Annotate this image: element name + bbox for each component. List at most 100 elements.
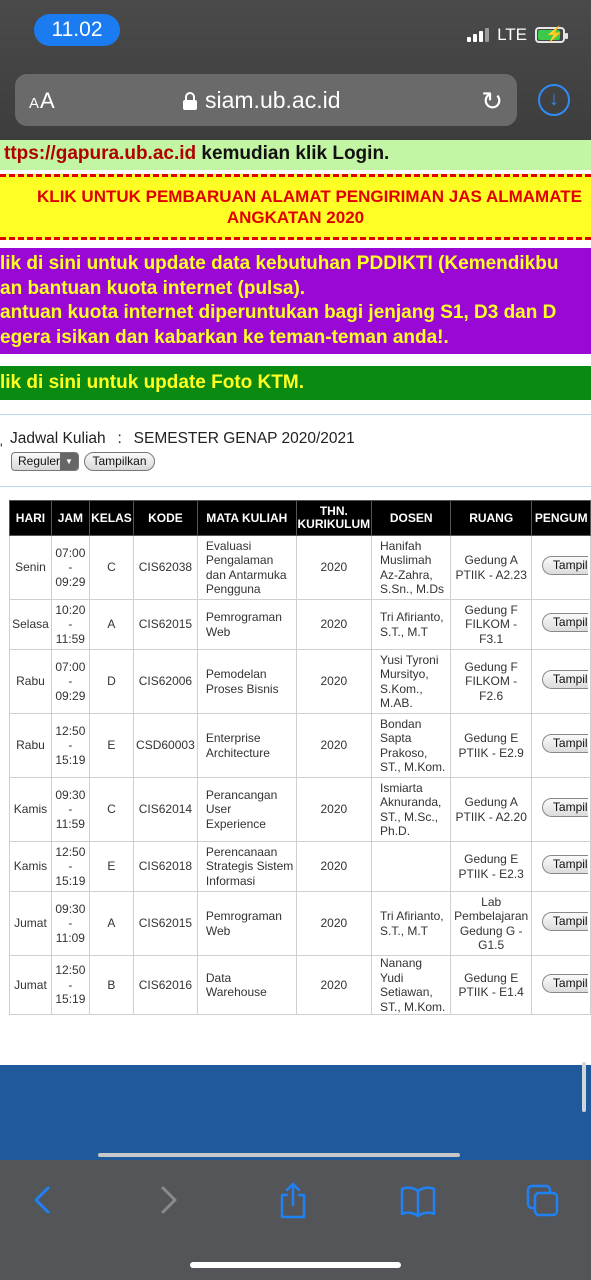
horizontal-scrollbar[interactable] (98, 1153, 460, 1157)
gapura-link[interactable]: ttps://gapura.ub.ac.id (4, 143, 196, 164)
cell-mk: Perencanaan Strategis Sistem Informasi (196, 841, 297, 892)
pddikti-line-1[interactable]: lik di sini untuk update data kebutuhan … (0, 252, 591, 277)
table-row: Senin 07:00 - 09:29 C CIS62038 Evaluasi Peng… (9, 535, 591, 600)
cell-action: Tampilkan (530, 713, 591, 778)
cell-thn: 2020 (295, 777, 373, 842)
cell-action: Tampilkan (530, 841, 591, 892)
col-ruang: RUANG (450, 500, 532, 536)
col-jam: JAM (50, 500, 90, 536)
schedule-label: Jadwal Kuliah (10, 430, 106, 447)
col-thn-kurikulum: THN. KURIKULUM (295, 500, 373, 536)
cell-mk: Perancangan User Experience (196, 777, 297, 842)
cellular-signal-icon (467, 28, 490, 42)
cell-kelas: A (88, 599, 134, 650)
reload-icon[interactable]: ↻ (481, 86, 503, 117)
page-footer (0, 1065, 591, 1165)
show-announcement-button[interactable]: Tampilkan (541, 613, 588, 633)
cell-dosen: Tri Afirianto, S.T., M.T (371, 891, 452, 956)
table-row: Rabu 07:00 - 09:29 D CIS62006 Pemodelan Pros… (9, 649, 591, 714)
cell-mk: Evaluasi Pengalaman dan Antarmuka Penggu… (196, 535, 297, 600)
cell-hari: Rabu (9, 649, 52, 714)
pddikti-line-3: antuan kuota internet diperuntukan bagi … (0, 302, 557, 323)
cell-hari: Jumat (9, 891, 52, 956)
show-announcement-button[interactable]: Tampilkan (541, 556, 588, 576)
cell-thn: 2020 (295, 599, 373, 650)
status-indicators: LTE ⚡ (467, 24, 568, 46)
cell-kelas: A (88, 891, 134, 956)
share-icon[interactable] (276, 1180, 310, 1220)
section-divider (0, 486, 591, 487)
battery-charging-icon: ⚡ (535, 26, 568, 43)
show-announcement-button[interactable]: Tampilkan (541, 670, 588, 690)
cell-thn: 2020 (295, 955, 373, 1015)
url-text[interactable]: siam.ub.ac.id (205, 87, 341, 114)
cell-kode: CIS62038 (132, 535, 198, 600)
show-announcement-button[interactable]: Tampilkan (541, 798, 588, 818)
cell-thn: 2020 (295, 713, 373, 778)
col-mata-kuliah: MATA KULIAH (196, 500, 297, 536)
pddikti-line-2: an bantuan kuota internet (pulsa). (0, 277, 306, 299)
cell-ruang: Gedung A PTIIK - A2.23 (450, 535, 532, 600)
cell-jam: 09:30 - 11:59 (50, 777, 90, 842)
cell-kelas: D (88, 649, 134, 714)
cell-action: Tampilkan (530, 955, 591, 1015)
show-announcement-button[interactable]: Tampilkan (541, 855, 588, 875)
almamater-line-2[interactable]: ANGKATAN 2020 (0, 207, 591, 228)
cell-dosen: Hanifah Muslimah Az-Zahra, S.Sn., M.Ds (371, 535, 452, 600)
cell-hari: Selasa (9, 599, 52, 650)
pddikti-update-banner[interactable]: lik di sini untuk update data kebutuhan … (0, 248, 591, 354)
cell-hari: Kamis (9, 841, 52, 892)
cell-jam: 12:50 - 15:19 (50, 713, 90, 778)
table-row: Selasa 10:20 - 11:59 A CIS62015 Pemrograman … (9, 599, 591, 650)
cell-kelas: E (88, 713, 134, 778)
program-select[interactable]: Reguler ▼ (11, 452, 79, 471)
cell-jam: 10:20 - 11:59 (50, 599, 90, 650)
status-time: 11.02 (34, 14, 120, 46)
bookmarks-icon[interactable] (399, 1180, 437, 1220)
show-announcement-button[interactable]: Tampilkan (541, 734, 588, 754)
table-row: Kamis 12:50 - 15:19 E CIS62018 Perencanaan S… (9, 841, 591, 892)
home-indicator[interactable] (190, 1262, 401, 1268)
schedule-table: HARI JAM KELAS KODE MATA KULIAH THN. KUR… (9, 500, 591, 1015)
dropdown-arrow-icon: ▼ (60, 453, 78, 470)
tabs-icon[interactable] (525, 1180, 561, 1220)
cell-kode: CIS62015 (132, 891, 198, 956)
back-icon[interactable] (28, 1180, 56, 1220)
cell-hari: Jumat (9, 955, 52, 1015)
show-announcement-button[interactable]: Tampilkan (541, 912, 588, 932)
cell-dosen: Bondan Sapta Prakoso, ST., M.Kom. (371, 713, 452, 778)
cell-kode: CIS62018 (132, 841, 198, 892)
download-icon[interactable]: ↓ (538, 84, 570, 116)
cell-kode: CIS62014 (132, 777, 198, 842)
cell-hari: Senin (9, 535, 52, 600)
table-header-row: HARI JAM KELAS KODE MATA KULIAH THN. KUR… (9, 500, 591, 536)
address-bar[interactable]: AA siam.ub.ac.id ↻ (15, 74, 517, 126)
col-kelas: KELAS (88, 500, 134, 536)
cell-jam: 12:50 - 15:19 (50, 841, 90, 892)
cell-mk: Enterprise Architecture (196, 713, 297, 778)
cell-action: Tampilkan (530, 891, 591, 956)
table-row: Jumat 09:30 - 11:09 A CIS62015 Pemrograman W… (9, 891, 591, 956)
almamater-line-1[interactable]: KLIK UNTUK PEMBARUAN ALAMAT PENGIRIMAN J… (0, 186, 591, 207)
cell-thn: 2020 (295, 535, 373, 600)
forward-icon[interactable] (155, 1180, 183, 1220)
ktm-photo-link[interactable]: lik di sini untuk update Foto KTM. (0, 372, 304, 393)
almamater-update-banner[interactable]: KLIK UNTUK PEMBARUAN ALAMAT PENGIRIMAN J… (0, 174, 591, 240)
cell-kelas: C (88, 777, 134, 842)
cell-dosen: Ismiarta Aknuranda, ST., M.Sc., Ph.D. (371, 777, 452, 842)
text-size-button[interactable]: AA (29, 88, 56, 114)
scrollbar[interactable] (582, 1062, 586, 1112)
ktm-photo-banner[interactable]: lik di sini untuk update Foto KTM. (0, 366, 591, 400)
cell-ruang: Lab Pembelajaran Gedung G - G1.5 (450, 891, 532, 956)
cell-thn: 2020 (295, 841, 373, 892)
show-announcement-button[interactable]: Tampilkan (541, 973, 588, 993)
col-dosen: DOSEN (371, 500, 452, 536)
cell-jam: 12:50 - 15:19 (50, 955, 90, 1015)
show-schedule-button[interactable]: Tampilkan (84, 452, 155, 471)
login-notice-text: kemudian klik Login. (196, 143, 390, 164)
cell-jam: 07:00 - 09:29 (50, 649, 90, 714)
cell-mk: Pemrograman Web (196, 599, 297, 650)
cell-kode: CIS62016 (132, 955, 198, 1015)
col-kode: KODE (132, 500, 198, 536)
cell-mk: Pemodelan Proses Bisnis (196, 649, 297, 714)
